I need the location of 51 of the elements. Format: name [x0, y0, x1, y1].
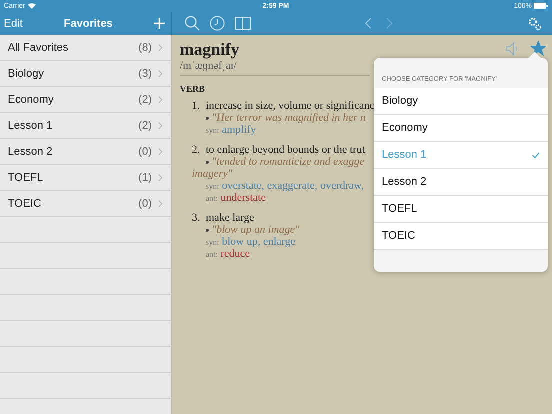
category-option[interactable]: Lesson 2 — [374, 169, 548, 196]
example-text: "Her terror was magnified in her n — [212, 112, 366, 124]
category-option[interactable]: TOEFL — [374, 196, 548, 223]
part-of-speech: VERB — [180, 84, 206, 94]
category-item[interactable]: TOEFL (1) — [0, 165, 171, 191]
wifi-icon — [28, 3, 36, 9]
book-icon[interactable] — [235, 16, 251, 30]
chevron-icon — [158, 122, 163, 130]
category-option[interactable]: Biology — [374, 88, 548, 115]
chevron-icon — [158, 148, 163, 156]
add-icon[interactable] — [154, 18, 165, 29]
chevron-icon — [158, 200, 163, 208]
star-icon[interactable] — [531, 41, 546, 56]
category-item[interactable]: Biology (3) — [0, 61, 171, 87]
chevron-icon — [158, 70, 163, 78]
pronunciation-text: /mˈæɡnəfˌaɪ/ — [180, 60, 370, 76]
category-option[interactable]: TOEIC — [374, 223, 548, 250]
antonym-link[interactable]: reduce — [220, 248, 250, 260]
chevron-icon — [158, 174, 163, 182]
sense-number: 1. — [192, 100, 202, 114]
definition-text: make large — [206, 212, 256, 224]
antonym-link[interactable]: understate — [220, 192, 266, 204]
category-item[interactable]: Lesson 1 (2) — [0, 113, 171, 139]
example-text: "tended to romanticize and exagge — [212, 156, 365, 168]
checkmark-icon — [532, 152, 540, 158]
sense-number: 3. — [192, 212, 202, 226]
back-icon[interactable] — [365, 18, 372, 29]
category-item[interactable]: Lesson 2 (0) — [0, 139, 171, 165]
entry-word: magnify — [180, 40, 240, 60]
edit-button[interactable]: Edit — [4, 18, 23, 30]
antonym-label: ant: — [206, 250, 218, 259]
antonym-label: ant: — [206, 194, 218, 203]
definition-text: increase in size, volume or significanc — [206, 100, 375, 112]
settings-icon[interactable] — [528, 16, 542, 30]
example-text: imagery" — [192, 168, 233, 180]
sidebar-title: Favorites — [64, 18, 113, 30]
category-item[interactable]: TOEIC (0) — [0, 191, 171, 217]
synonym-label: syn: — [206, 238, 220, 247]
synonym-label: syn: — [206, 126, 220, 135]
category-item[interactable]: Economy (2) — [0, 87, 171, 113]
example-text: "blow up an image" — [212, 224, 300, 236]
definition-text: to enlarge beyond bounds or the trut — [206, 144, 366, 156]
search-icon[interactable] — [185, 16, 200, 31]
battery-icon — [534, 3, 548, 9]
clock-icon[interactable] — [210, 16, 225, 31]
category-option[interactable]: Economy — [374, 115, 548, 142]
synonym-label: syn: — [206, 182, 220, 191]
category-item[interactable]: All Favorites (8) — [0, 35, 171, 61]
chevron-icon — [158, 96, 163, 104]
chevron-icon — [158, 44, 163, 52]
forward-icon[interactable] — [386, 18, 393, 29]
